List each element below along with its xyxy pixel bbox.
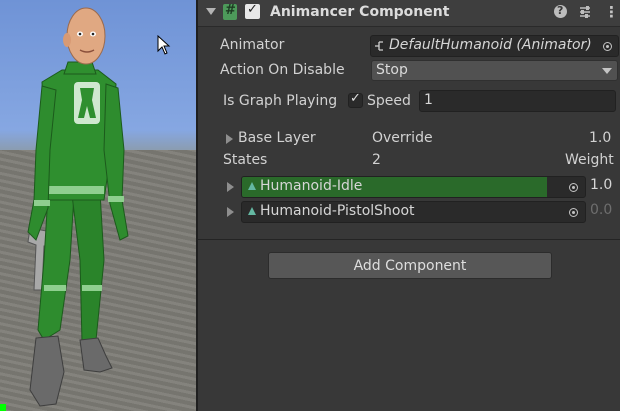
component-enabled-checkbox[interactable]: ✓ (245, 2, 260, 19)
animator-value: DefaultHumanoid (Animator) (389, 37, 592, 53)
state-row[interactable]: Humanoid-PistolShoot 0.0 (198, 201, 620, 223)
animation-state-icon (248, 182, 256, 190)
state-object-field[interactable]: Humanoid-PistolShoot (241, 201, 586, 223)
help-icon[interactable]: ? (554, 4, 567, 18)
component-header[interactable]: # ✓ Animancer Component ? ⋮ (198, 0, 620, 27)
mouse-pointer-icon (157, 35, 171, 55)
context-menu-icon[interactable]: ⋮ (604, 3, 619, 21)
humanoid-character (0, 7, 129, 411)
animator-tree-icon (375, 41, 383, 51)
object-picker-icon[interactable] (603, 42, 612, 51)
separator (198, 239, 620, 240)
script-hash-icon: # (223, 3, 237, 20)
presets-icon[interactable] (578, 5, 592, 19)
add-component-label: Add Component (353, 258, 467, 274)
object-picker-icon[interactable] (569, 183, 578, 192)
base-layer-mode[interactable]: Override (372, 130, 433, 146)
action-on-disable-label: Action On Disable (220, 62, 345, 78)
inspector-panel: # ✓ Animancer Component ? ⋮ Animator Def… (198, 0, 620, 411)
foldout-arrow-icon[interactable] (227, 182, 234, 192)
add-component-button[interactable]: Add Component (268, 252, 552, 279)
action-on-disable-value: Stop (376, 62, 408, 78)
foldout-arrow-icon[interactable] (227, 207, 234, 217)
component-title: Animancer Component (270, 4, 450, 20)
state-object-field[interactable]: Humanoid-Idle (241, 176, 586, 198)
is-graph-playing-checkbox[interactable]: ✓ (348, 91, 363, 108)
checkmark-icon: ✓ (350, 91, 361, 106)
animation-state-icon (248, 207, 256, 215)
speed-label[interactable]: Speed (367, 93, 411, 109)
speed-input[interactable]: 1 (419, 90, 616, 112)
state-weight[interactable]: 0.0 (590, 202, 612, 218)
base-layer-weight[interactable]: 1.0 (589, 130, 611, 146)
object-picker-icon[interactable] (569, 208, 578, 217)
foldout-arrow-icon[interactable] (206, 8, 216, 15)
state-row[interactable]: Humanoid-Idle 1.0 (198, 176, 620, 198)
speed-value: 1 (424, 92, 433, 108)
is-graph-playing-label: Is Graph Playing (223, 93, 338, 109)
states-count: 2 (372, 152, 381, 168)
scene-viewport[interactable] (0, 0, 196, 411)
state-name: Humanoid-Idle (260, 178, 363, 194)
states-label: States (223, 152, 268, 168)
weight-column-label: Weight (565, 152, 614, 168)
base-layer-label[interactable]: Base Layer (238, 130, 316, 146)
checkmark-icon: ✓ (247, 2, 258, 17)
chevron-down-icon (602, 68, 612, 74)
foldout-arrow-icon[interactable] (226, 134, 233, 144)
animator-label: Animator (220, 37, 285, 53)
state-name: Humanoid-PistolShoot (260, 203, 415, 219)
state-weight[interactable]: 1.0 (590, 177, 612, 193)
action-on-disable-dropdown[interactable]: Stop (371, 60, 618, 81)
animator-object-field[interactable]: DefaultHumanoid (Animator) (370, 35, 619, 57)
